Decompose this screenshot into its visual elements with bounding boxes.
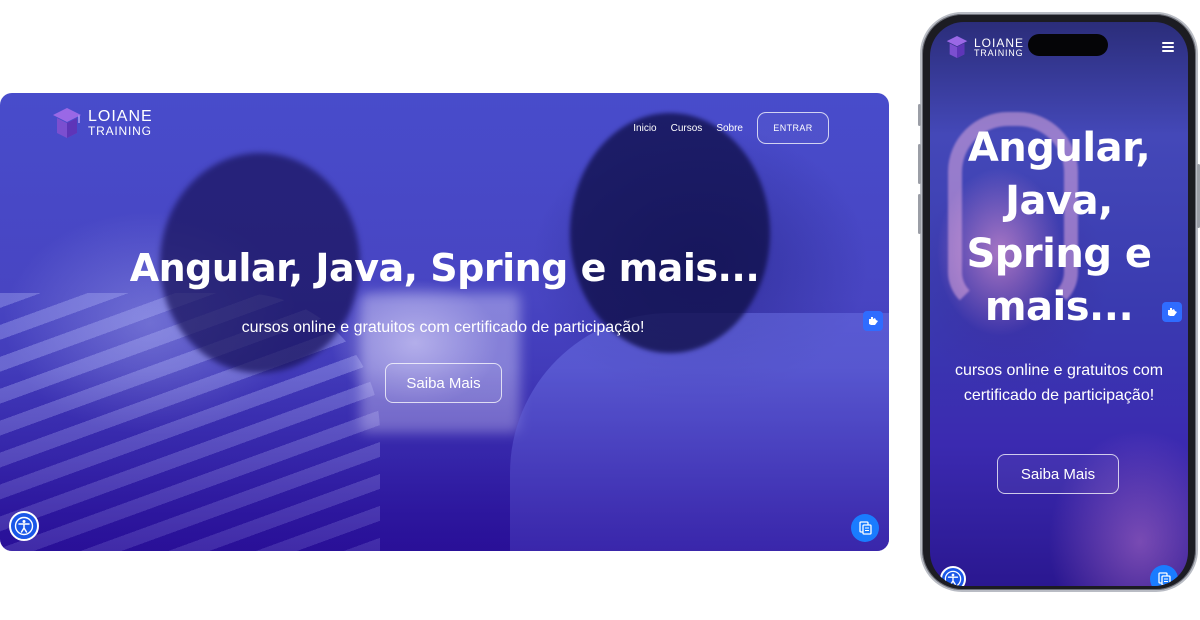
nav-item-sobre[interactable]: Sobre (716, 123, 743, 134)
brand-logo[interactable]: LOIANE TRAINING (52, 107, 153, 139)
chat-widget-icon[interactable] (1150, 565, 1178, 586)
chat-widget-icon[interactable] (851, 514, 879, 542)
brand-name-line1: LOIANE (974, 35, 1025, 50)
hero-subtitle: cursos online e gratuitos com certificad… (954, 362, 1164, 404)
hand-libras-icon[interactable] (863, 311, 883, 331)
desktop-preview: LOIANE TRAINING Inicio Cursos Sobre ENTR… (0, 93, 889, 551)
phone-side-button (918, 144, 921, 184)
hero-title: Angular, Java, Spring e mais... (129, 246, 760, 290)
accessibility-icon[interactable] (9, 511, 39, 541)
brand-name-line1: LOIANE (88, 108, 153, 125)
phone-notch (1028, 34, 1108, 56)
accessibility-icon[interactable] (940, 566, 966, 586)
graduation-cap-icon (946, 35, 968, 59)
hand-libras-icon[interactable] (1162, 302, 1182, 322)
nav-item-cursos[interactable]: Cursos (671, 123, 703, 134)
hero-title: Angular, Java, Spring e mais... (966, 125, 1152, 330)
hamburger-menu-icon[interactable] (1162, 42, 1174, 52)
login-button[interactable]: ENTRAR (757, 112, 829, 144)
brand-name-line2: TRAINING (974, 47, 1024, 58)
phone-side-button (918, 194, 921, 234)
mobile-preview: LOIANE TRAINING Angular, Java, Spring e … (918, 12, 1200, 592)
saiba-mais-button[interactable]: Saiba Mais (997, 454, 1119, 494)
saiba-mais-button[interactable]: Saiba Mais (385, 363, 502, 403)
phone-side-button (918, 104, 921, 126)
brand-logo[interactable]: LOIANE TRAINING (946, 35, 1024, 59)
hero-subtitle: cursos online e gratuitos com certificad… (241, 319, 645, 336)
main-nav: Inicio Cursos Sobre ENTRAR (619, 112, 829, 144)
mobile-screen: LOIANE TRAINING Angular, Java, Spring e … (930, 22, 1188, 586)
nav-item-inicio[interactable]: Inicio (633, 123, 656, 134)
brand-name-line2: TRAINING (88, 124, 152, 138)
graduation-cap-icon (52, 107, 82, 139)
